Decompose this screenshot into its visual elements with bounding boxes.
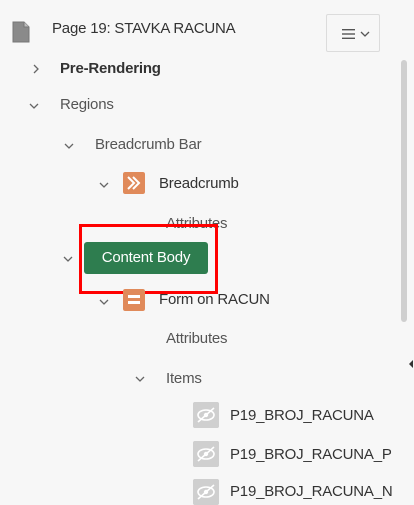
hamburger-menu-icon [342, 29, 355, 39]
tree-node-pre-rendering[interactable]: Pre-Rendering [60, 59, 161, 79]
page-icon [12, 21, 30, 43]
tree-node-item[interactable]: P19_BROJ_RACUNA_N [230, 482, 398, 502]
tree-node-items[interactable]: Items [166, 369, 202, 389]
hidden-item-icon [193, 402, 219, 428]
collapse-chevron-icon[interactable] [98, 296, 110, 308]
tree-header: Page 19: STAVKA RACUNA [0, 0, 414, 60]
tree-node-item[interactable]: P19_BROJ_RACUNA [230, 406, 374, 426]
page-title: Page 19: STAVKA RACUNA [52, 20, 236, 37]
tree-node-breadcrumb-bar[interactable]: Breadcrumb Bar [95, 135, 202, 155]
collapse-chevron-icon[interactable] [28, 100, 40, 112]
tree-node-form-on-racun[interactable]: Form on RACUN [159, 290, 270, 310]
hidden-item-icon [193, 441, 219, 467]
form-region-icon [123, 289, 145, 311]
breadcrumb-region-icon [123, 172, 145, 194]
collapse-chevron-icon[interactable] [62, 253, 74, 265]
hidden-item-icon [193, 479, 219, 505]
tree-node-regions[interactable]: Regions [60, 95, 114, 115]
tree-node-attributes[interactable]: Attributes [166, 329, 228, 349]
collapse-chevron-icon[interactable] [63, 140, 75, 152]
tree-node-breadcrumb[interactable]: Breadcrumb [159, 174, 239, 194]
vertical-scrollbar[interactable] [401, 60, 407, 322]
collapse-chevron-icon[interactable] [134, 373, 146, 385]
tree-menu-button[interactable] [326, 14, 380, 52]
highlight-box [79, 224, 218, 294]
tree-node-item[interactable]: P19_BROJ_RACUNA_P [230, 445, 392, 465]
chevron-down-icon [360, 31, 370, 37]
expand-chevron-icon[interactable] [30, 63, 42, 75]
splitter-arrow-icon[interactable] [409, 360, 414, 368]
collapse-chevron-icon[interactable] [98, 179, 110, 191]
